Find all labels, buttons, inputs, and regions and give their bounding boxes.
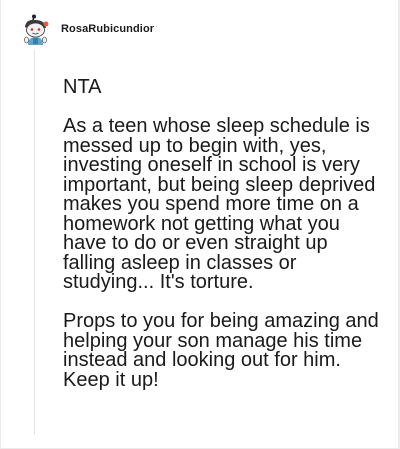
avatar[interactable] bbox=[20, 14, 52, 48]
thread-collapse-line[interactable] bbox=[34, 50, 35, 435]
comment-paragraph-verdict: NTA bbox=[63, 76, 102, 98]
username[interactable]: RosaRubicundior bbox=[61, 23, 154, 35]
comment-paragraph: As a teen whose sleep schedule is messed… bbox=[63, 115, 376, 293]
comment-paragraph: Props to you for being amazing and helpi… bbox=[63, 310, 379, 391]
snoo-avatar-icon bbox=[24, 14, 49, 45]
comment-card: RosaRubicundior NTA As a teen whose slee… bbox=[1, 0, 398, 448]
comment-header: RosaRubicundior bbox=[20, 14, 154, 48]
comment-body: NTA As a teen whose sleep schedule is me… bbox=[63, 76, 383, 391]
